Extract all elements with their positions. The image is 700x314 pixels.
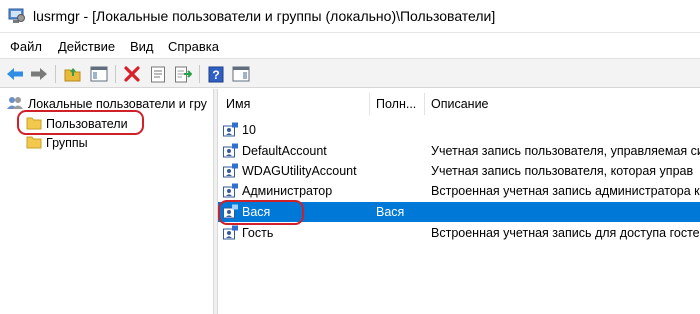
highlight-oval	[218, 200, 304, 225]
tree-item-label: Группы	[46, 136, 88, 150]
user-icon	[223, 163, 239, 179]
user-icon	[223, 122, 239, 138]
tree-pane: Локальные пользователи и гру Пользовател…	[0, 89, 213, 314]
table-row[interactable]: Администратор Встроенная учетная запись …	[218, 181, 700, 201]
delete-icon[interactable]	[121, 63, 143, 85]
show-hide-tree-icon[interactable]	[88, 63, 110, 85]
table-row[interactable]: Гость Встроенная учетная запись для дост…	[218, 223, 700, 243]
user-description: Встроенная учетная запись для доступа го…	[431, 226, 700, 240]
column-header-description[interactable]: Описание	[431, 97, 489, 111]
table-row[interactable]: DefaultAccount Учетная запись пользовате…	[218, 141, 700, 161]
toolbar-separator	[55, 65, 56, 83]
table-row[interactable]: WDAGUtilityAccount Учетная запись пользо…	[218, 161, 700, 181]
user-name: Гость	[242, 226, 274, 240]
title-bar: lusrmgr - [Локальные пользователи и груп…	[0, 0, 700, 33]
user-description: Встроенная учетная запись администратора…	[431, 184, 700, 198]
user-name: DefaultAccount	[242, 144, 327, 158]
tree-root-label: Локальные пользователи и гру	[28, 97, 207, 111]
menu-bar: Файл Действие Вид Справка	[0, 36, 700, 58]
user-description: Учетная запись пользователя, которая упр…	[431, 164, 694, 178]
table-row[interactable]: 10	[218, 120, 700, 140]
toolbar: ?	[0, 58, 700, 88]
user-icon	[223, 225, 239, 241]
window-title: lusrmgr - [Локальные пользователи и груп…	[33, 8, 496, 24]
menu-view[interactable]: Вид	[130, 39, 154, 54]
user-name: Администратор	[242, 184, 333, 198]
toolbar-separator	[115, 65, 116, 83]
computer-management-icon[interactable]	[8, 8, 26, 24]
action-pane-icon[interactable]	[230, 63, 252, 85]
list-pane: Имя Полн... Описание 10 DefaultAccount У…	[218, 89, 700, 314]
forward-arrow-icon[interactable]	[28, 63, 50, 85]
column-divider[interactable]	[424, 93, 425, 115]
user-name: WDAGUtilityAccount	[242, 164, 357, 178]
tree-item-groups[interactable]: Группы	[26, 134, 88, 152]
export-list-icon[interactable]	[172, 63, 194, 85]
user-full-name: Вася	[376, 205, 405, 219]
properties-icon[interactable]	[147, 63, 169, 85]
menu-file[interactable]: Файл	[10, 39, 42, 54]
back-arrow-icon[interactable]	[4, 63, 26, 85]
column-divider[interactable]	[369, 93, 370, 115]
menu-action[interactable]: Действие	[58, 39, 115, 54]
user-description: Учетная запись пользователя, управляемая…	[431, 144, 700, 158]
svg-text:?: ?	[212, 68, 219, 82]
column-header-full-name[interactable]: Полн...	[376, 97, 416, 111]
highlight-oval	[17, 110, 144, 135]
user-icon	[223, 183, 239, 199]
user-name: 10	[242, 123, 256, 137]
menu-help[interactable]: Справка	[168, 39, 219, 54]
up-folder-icon[interactable]	[62, 63, 84, 85]
help-icon[interactable]: ?	[205, 63, 227, 85]
user-icon	[223, 143, 239, 159]
folder-icon	[26, 135, 42, 152]
toolbar-separator	[199, 65, 200, 83]
column-header-name[interactable]: Имя	[226, 97, 250, 111]
